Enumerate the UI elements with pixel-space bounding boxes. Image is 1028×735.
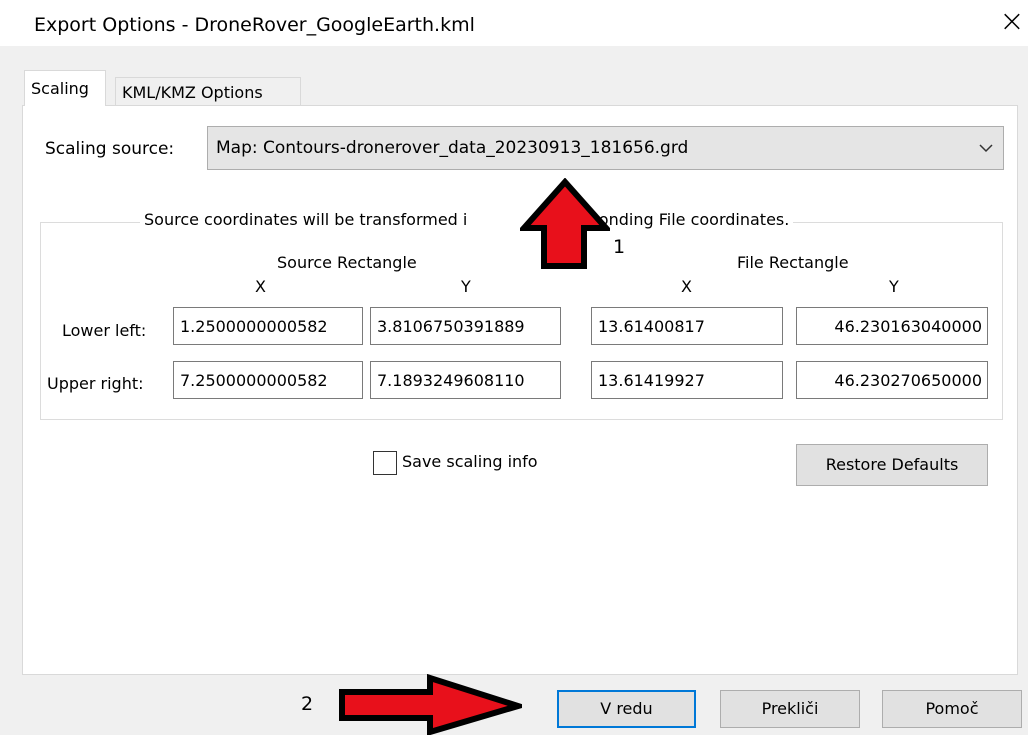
save-scaling-checkbox[interactable]	[373, 451, 397, 475]
lower-left-source-y-field[interactable]: 3.8106750391889	[370, 307, 561, 345]
scaling-source-dropdown[interactable]: Map: Contours-dronerover_data_20230913_1…	[207, 126, 1004, 170]
scaling-source-label: Scaling source:	[45, 139, 175, 159]
file-y-header: Y	[889, 277, 899, 296]
annotation-marker-2: 2	[301, 693, 314, 715]
upper-right-source-y-field[interactable]: 7.1893249608110	[370, 361, 561, 399]
tab-scaling[interactable]: Scaling	[24, 70, 106, 106]
group-caption: Source coordinates will be transformed i…	[140, 210, 794, 229]
file-rectangle-header: File Rectangle	[737, 253, 849, 272]
scaling-source-value: Map: Contours-dronerover_data_20230913_1…	[216, 138, 689, 158]
tab-kml-kmz-options[interactable]: KML/KMZ Options	[115, 77, 301, 107]
lower-left-file-x-field[interactable]: 13.61400817	[591, 307, 783, 345]
upper-right-label: Upper right:	[47, 374, 144, 393]
lower-left-file-y-field[interactable]: 46.230163040000	[796, 307, 988, 345]
cancel-button[interactable]: Prekliči	[720, 690, 860, 728]
source-x-header: X	[255, 277, 266, 296]
ok-button[interactable]: V redu	[557, 690, 696, 728]
chevron-down-icon	[979, 144, 993, 153]
lower-left-label: Lower left:	[62, 321, 147, 340]
upper-right-source-x-field[interactable]: 7.2500000000582	[173, 361, 363, 399]
lower-left-source-x-field[interactable]: 1.2500000000582	[173, 307, 363, 345]
window-title: Export Options - DroneRover_GoogleEarth.…	[34, 14, 475, 36]
title-bar: Export Options - DroneRover_GoogleEarth.…	[0, 0, 1028, 46]
close-icon[interactable]: ×	[993, 4, 1028, 40]
file-x-header: X	[681, 277, 692, 296]
annotation-marker-1: 1	[613, 236, 626, 258]
restore-defaults-button[interactable]: Restore Defaults	[796, 444, 988, 486]
help-button[interactable]: Pomoč	[882, 690, 1022, 728]
upper-right-file-x-field[interactable]: 13.61419927	[591, 361, 783, 399]
up-arrow-icon	[520, 178, 610, 269]
source-y-header: Y	[461, 277, 471, 296]
group-caption-left: Source coordinates will be transformed i	[144, 210, 468, 229]
right-arrow-icon	[339, 674, 522, 735]
source-rectangle-header: Source Rectangle	[277, 253, 417, 272]
save-scaling-label[interactable]: Save scaling info	[402, 452, 538, 471]
upper-right-file-y-field[interactable]: 46.230270650000	[796, 361, 988, 399]
